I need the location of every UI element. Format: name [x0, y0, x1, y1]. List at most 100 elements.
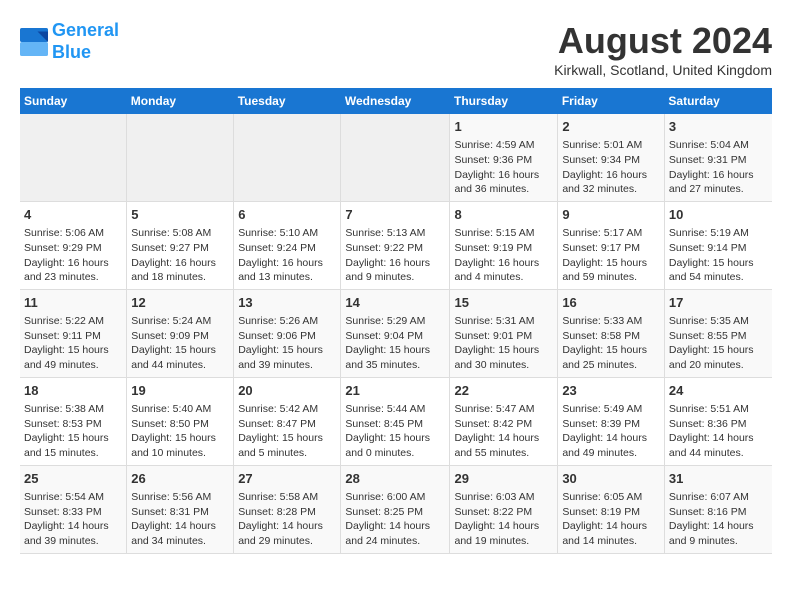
- cell-info: Sunrise: 5:19 AM Sunset: 9:14 PM Dayligh…: [669, 226, 768, 285]
- cell-info: Sunrise: 5:35 AM Sunset: 8:55 PM Dayligh…: [669, 314, 768, 373]
- day-number: 3: [669, 118, 768, 136]
- weekday-header-friday: Friday: [558, 88, 665, 114]
- day-number: 11: [24, 294, 122, 312]
- cell-info: Sunrise: 5:15 AM Sunset: 9:19 PM Dayligh…: [454, 226, 553, 285]
- month-year: August 2024: [554, 20, 772, 62]
- day-number: 22: [454, 382, 553, 400]
- day-number: 10: [669, 206, 768, 224]
- day-number: 6: [238, 206, 336, 224]
- cell-info: Sunrise: 5:22 AM Sunset: 9:11 PM Dayligh…: [24, 314, 122, 373]
- weekday-header-tuesday: Tuesday: [234, 88, 341, 114]
- cell-info: Sunrise: 5:01 AM Sunset: 9:34 PM Dayligh…: [562, 138, 660, 197]
- calendar-cell: 31 Sunrise: 6:07 AM Sunset: 8:16 PM Dayli…: [664, 465, 772, 553]
- calendar-cell: 9 Sunrise: 5:17 AM Sunset: 9:17 PM Daylig…: [558, 201, 665, 289]
- day-number: 30: [562, 470, 660, 488]
- logo-line2: Blue: [52, 42, 91, 62]
- day-number: 27: [238, 470, 336, 488]
- cell-info: Sunrise: 5:38 AM Sunset: 8:53 PM Dayligh…: [24, 402, 122, 461]
- cell-info: Sunrise: 5:10 AM Sunset: 9:24 PM Dayligh…: [238, 226, 336, 285]
- calendar-cell: 19 Sunrise: 5:40 AM Sunset: 8:50 PM Dayli…: [127, 377, 234, 465]
- calendar-table: SundayMondayTuesdayWednesdayThursdayFrid…: [20, 88, 772, 554]
- calendar-week-row: 18 Sunrise: 5:38 AM Sunset: 8:53 PM Dayli…: [20, 377, 772, 465]
- weekday-header-row: SundayMondayTuesdayWednesdayThursdayFrid…: [20, 88, 772, 114]
- day-number: 16: [562, 294, 660, 312]
- calendar-cell: [20, 114, 127, 201]
- calendar-cell: [341, 114, 450, 201]
- day-number: 1: [454, 118, 553, 136]
- location: Kirkwall, Scotland, United Kingdom: [554, 62, 772, 78]
- day-number: 29: [454, 470, 553, 488]
- day-number: 13: [238, 294, 336, 312]
- day-number: 12: [131, 294, 229, 312]
- calendar-cell: 12 Sunrise: 5:24 AM Sunset: 9:09 PM Dayli…: [127, 289, 234, 377]
- calendar-week-row: 25Sunrise: 5:54 AM Sunset: 8:33 PM Dayli…: [20, 465, 772, 553]
- cell-info: Sunrise: 6:07 AM Sunset: 8:16 PM Dayligh…: [669, 490, 768, 549]
- day-number: 9: [562, 206, 660, 224]
- calendar-cell: 15Sunrise: 5:31 AM Sunset: 9:01 PM Dayli…: [450, 289, 558, 377]
- day-number: 21: [345, 382, 445, 400]
- calendar-cell: 5Sunrise: 5:08 AM Sunset: 9:27 PM Daylig…: [127, 201, 234, 289]
- calendar-cell: 14Sunrise: 5:29 AM Sunset: 9:04 PM Dayli…: [341, 289, 450, 377]
- day-number: 19: [131, 382, 229, 400]
- day-number: 14: [345, 294, 445, 312]
- calendar-cell: 22 Sunrise: 5:47 AM Sunset: 8:42 PM Dayli…: [450, 377, 558, 465]
- day-number: 4: [24, 206, 122, 224]
- calendar-cell: 18 Sunrise: 5:38 AM Sunset: 8:53 PM Dayli…: [20, 377, 127, 465]
- calendar-cell: 8Sunrise: 5:15 AM Sunset: 9:19 PM Daylig…: [450, 201, 558, 289]
- cell-info: Sunrise: 5:17 AM Sunset: 9:17 PM Dayligh…: [562, 226, 660, 285]
- calendar-cell: [127, 114, 234, 201]
- cell-info: Sunrise: 5:40 AM Sunset: 8:50 PM Dayligh…: [131, 402, 229, 461]
- cell-info: Sunrise: 6:00 AM Sunset: 8:25 PM Dayligh…: [345, 490, 445, 549]
- calendar-cell: 21 Sunrise: 5:44 AM Sunset: 8:45 PM Dayli…: [341, 377, 450, 465]
- day-number: 25: [24, 470, 122, 488]
- calendar-cell: 17Sunrise: 5:35 AM Sunset: 8:55 PM Dayli…: [664, 289, 772, 377]
- cell-info: Sunrise: 6:03 AM Sunset: 8:22 PM Dayligh…: [454, 490, 553, 549]
- weekday-header-sunday: Sunday: [20, 88, 127, 114]
- day-number: 23: [562, 382, 660, 400]
- cell-info: Sunrise: 5:31 AM Sunset: 9:01 PM Dayligh…: [454, 314, 553, 373]
- calendar-week-row: 11 Sunrise: 5:22 AM Sunset: 9:11 PM Dayli…: [20, 289, 772, 377]
- cell-info: Sunrise: 5:24 AM Sunset: 9:09 PM Dayligh…: [131, 314, 229, 373]
- cell-info: Sunrise: 5:44 AM Sunset: 8:45 PM Dayligh…: [345, 402, 445, 461]
- cell-info: Sunrise: 5:04 AM Sunset: 9:31 PM Dayligh…: [669, 138, 768, 197]
- calendar-cell: 7Sunrise: 5:13 AM Sunset: 9:22 PM Daylig…: [341, 201, 450, 289]
- day-number: 18: [24, 382, 122, 400]
- calendar-cell: 13Sunrise: 5:26 AM Sunset: 9:06 PM Dayli…: [234, 289, 341, 377]
- calendar-cell: 1 Sunrise: 4:59 AM Sunset: 9:36 PM Daylig…: [450, 114, 558, 201]
- weekday-header-wednesday: Wednesday: [341, 88, 450, 114]
- cell-info: Sunrise: 5:51 AM Sunset: 8:36 PM Dayligh…: [669, 402, 768, 461]
- calendar-cell: 11 Sunrise: 5:22 AM Sunset: 9:11 PM Dayli…: [20, 289, 127, 377]
- calendar-week-row: 1 Sunrise: 4:59 AM Sunset: 9:36 PM Daylig…: [20, 114, 772, 201]
- cell-info: Sunrise: 4:59 AM Sunset: 9:36 PM Dayligh…: [454, 138, 553, 197]
- weekday-header-monday: Monday: [127, 88, 234, 114]
- logo: General Blue: [20, 20, 119, 63]
- calendar-cell: 10 Sunrise: 5:19 AM Sunset: 9:14 PM Dayli…: [664, 201, 772, 289]
- day-number: 24: [669, 382, 768, 400]
- cell-info: Sunrise: 5:56 AM Sunset: 8:31 PM Dayligh…: [131, 490, 229, 549]
- cell-info: Sunrise: 5:33 AM Sunset: 8:58 PM Dayligh…: [562, 314, 660, 373]
- cell-info: Sunrise: 5:08 AM Sunset: 9:27 PM Dayligh…: [131, 226, 229, 285]
- calendar-cell: 4Sunrise: 5:06 AM Sunset: 9:29 PM Daylig…: [20, 201, 127, 289]
- logo-text: General Blue: [52, 20, 119, 63]
- calendar-cell: 29 Sunrise: 6:03 AM Sunset: 8:22 PM Dayli…: [450, 465, 558, 553]
- calendar-cell: 20 Sunrise: 5:42 AM Sunset: 8:47 PM Dayli…: [234, 377, 341, 465]
- day-number: 31: [669, 470, 768, 488]
- calendar-cell: 26 Sunrise: 5:56 AM Sunset: 8:31 PM Dayli…: [127, 465, 234, 553]
- cell-info: Sunrise: 5:47 AM Sunset: 8:42 PM Dayligh…: [454, 402, 553, 461]
- calendar-cell: 16 Sunrise: 5:33 AM Sunset: 8:58 PM Dayli…: [558, 289, 665, 377]
- logo-line1: General: [52, 20, 119, 40]
- logo-icon: [20, 28, 48, 56]
- cell-info: Sunrise: 5:49 AM Sunset: 8:39 PM Dayligh…: [562, 402, 660, 461]
- day-number: 28: [345, 470, 445, 488]
- cell-info: Sunrise: 5:42 AM Sunset: 8:47 PM Dayligh…: [238, 402, 336, 461]
- cell-info: Sunrise: 5:13 AM Sunset: 9:22 PM Dayligh…: [345, 226, 445, 285]
- calendar-cell: 23 Sunrise: 5:49 AM Sunset: 8:39 PM Dayli…: [558, 377, 665, 465]
- calendar-week-row: 4Sunrise: 5:06 AM Sunset: 9:29 PM Daylig…: [20, 201, 772, 289]
- calendar-cell: 3 Sunrise: 5:04 AM Sunset: 9:31 PM Daylig…: [664, 114, 772, 201]
- calendar-cell: 27Sunrise: 5:58 AM Sunset: 8:28 PM Dayli…: [234, 465, 341, 553]
- calendar-cell: 30Sunrise: 6:05 AM Sunset: 8:19 PM Dayli…: [558, 465, 665, 553]
- day-number: 26: [131, 470, 229, 488]
- day-number: 2: [562, 118, 660, 136]
- day-number: 20: [238, 382, 336, 400]
- calendar-cell: 25Sunrise: 5:54 AM Sunset: 8:33 PM Dayli…: [20, 465, 127, 553]
